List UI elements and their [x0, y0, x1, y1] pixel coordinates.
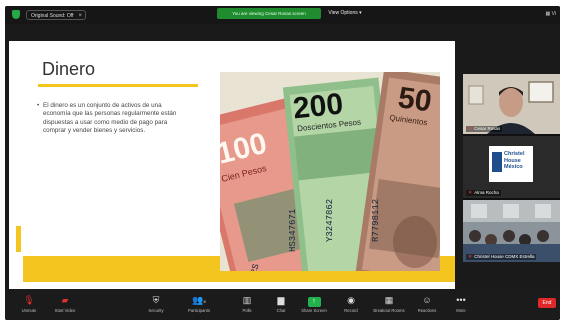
participants-button[interactable]: 👥8 Participants — [179, 295, 219, 313]
participant-tile-1[interactable]: ✕ Cesar Rosas — [463, 74, 560, 134]
original-sound-toggle[interactable]: Original Sound: Off × — [26, 10, 86, 20]
slide-title: Dinero — [42, 59, 96, 79]
participant-name-2: ✕ Alma Rocha — [466, 190, 501, 196]
video-off-icon: ▰ — [61, 295, 69, 305]
participant-name-3: ✕ Christel House CDMX Estrella — [466, 254, 537, 260]
share-screen-label: Share Screen — [301, 308, 327, 313]
participant-video-1 — [463, 74, 560, 134]
serial-1: HS347671 — [288, 209, 298, 252]
security-button[interactable]: ⛨ Security — [136, 295, 176, 313]
bullet-paragraph: • El dinero es un conjunto de activos de… — [37, 102, 187, 136]
shared-slide: Dinero • El dinero es un conjunto de act… — [9, 41, 455, 289]
more-button[interactable]: ••• More — [441, 295, 481, 313]
logo-line-1: Christel — [504, 151, 525, 157]
start-video-button[interactable]: ▰ Start Video — [45, 295, 85, 313]
more-label: More — [456, 308, 466, 313]
breakout-rooms-icon: ▦ — [384, 295, 394, 305]
participant-tile-3[interactable]: ✕ Christel House CDMX Estrella — [463, 200, 560, 262]
accent-bar-left — [16, 226, 21, 252]
logo-mark-icon — [492, 152, 502, 172]
unmute-label: Unmute — [21, 308, 37, 313]
muted-mic-icon: ✕ — [468, 254, 473, 260]
meeting-toolbar: 🎙 Unmute ▰ Start Video ⛨ Security 👥8 Par… — [5, 289, 560, 320]
participant-video-3 — [463, 200, 560, 262]
serial-2: Y3247862 — [325, 199, 335, 242]
banknotes-illustration: 100 Cien Pesos S78872S 200 Doscientos Pe… — [220, 72, 440, 271]
zoom-meeting-window: Original Sound: Off × You are viewing Ce… — [5, 6, 560, 320]
unmute-button[interactable]: 🎙 Unmute — [9, 295, 49, 313]
share-screen-icon: ↑ — [294, 295, 334, 307]
participants-icon: 👥8 — [192, 295, 206, 305]
muted-mic-icon: ✕ — [468, 190, 473, 196]
top-bar: Original Sound: Off × You are viewing Ce… — [5, 6, 560, 24]
participant-name-1-text: Cesar Rosas — [474, 126, 501, 131]
view-options-button[interactable]: View Options ▾ — [323, 8, 367, 19]
bullet-text: El dinero es un conjunto de activos de u… — [43, 102, 177, 135]
record-button[interactable]: ◉ Record — [331, 295, 371, 313]
logo-line-3: México — [504, 164, 523, 170]
participant-name-1: ✕ Cesar Rosas — [466, 126, 503, 132]
close-icon[interactable]: × — [78, 11, 82, 21]
shield-icon: ⛨ — [152, 295, 160, 305]
participant-tile-2[interactable]: Christel House México ✕ Alma Rocha — [463, 136, 560, 198]
serial-3: R7798112 — [371, 199, 381, 242]
christel-house-logo: Christel House México — [489, 146, 533, 182]
participant-name-3-text: Christel House CDMX Estrella — [474, 254, 535, 259]
muted-mic-icon: ✕ — [468, 126, 473, 132]
share-screen-button[interactable]: ↑ Share Screen — [294, 295, 334, 313]
title-underline — [38, 84, 198, 87]
breakout-rooms-label: Breakout Rooms — [373, 308, 405, 313]
participant-panel: ✕ Cesar Rosas Christel House México ✕ Alma… — [463, 74, 560, 262]
participants-label: Participants — [188, 308, 210, 313]
original-sound-label: Original Sound: Off — [31, 13, 74, 19]
end-meeting-button[interactable]: End — [538, 298, 556, 308]
note-500-value: 50 — [396, 81, 434, 118]
bullet-dot-icon: • — [37, 102, 40, 109]
view-layout-button[interactable]: ▦ Vi — [546, 9, 556, 19]
record-icon: ◉ — [347, 295, 355, 305]
more-icon: ••• — [456, 295, 466, 305]
participant-name-2-text: Alma Rocha — [474, 190, 499, 195]
mic-muted-icon: 🎙 — [23, 295, 35, 305]
participants-count: 8 — [203, 299, 206, 304]
breakout-rooms-button[interactable]: ▦ Breakout Rooms — [369, 295, 409, 313]
security-shield-icon[interactable] — [12, 10, 20, 19]
start-video-label: Start Video — [54, 308, 76, 313]
banknotes-photo: 100 Cien Pesos S78872S 200 Doscientos Pe… — [220, 72, 440, 271]
screenshot-frame: Original Sound: Off × You are viewing Ce… — [0, 0, 563, 324]
security-label: Security — [148, 308, 164, 313]
viewing-screen-banner: You are viewing Cesar Rosas screen — [217, 8, 321, 19]
record-label: Record — [344, 308, 358, 313]
